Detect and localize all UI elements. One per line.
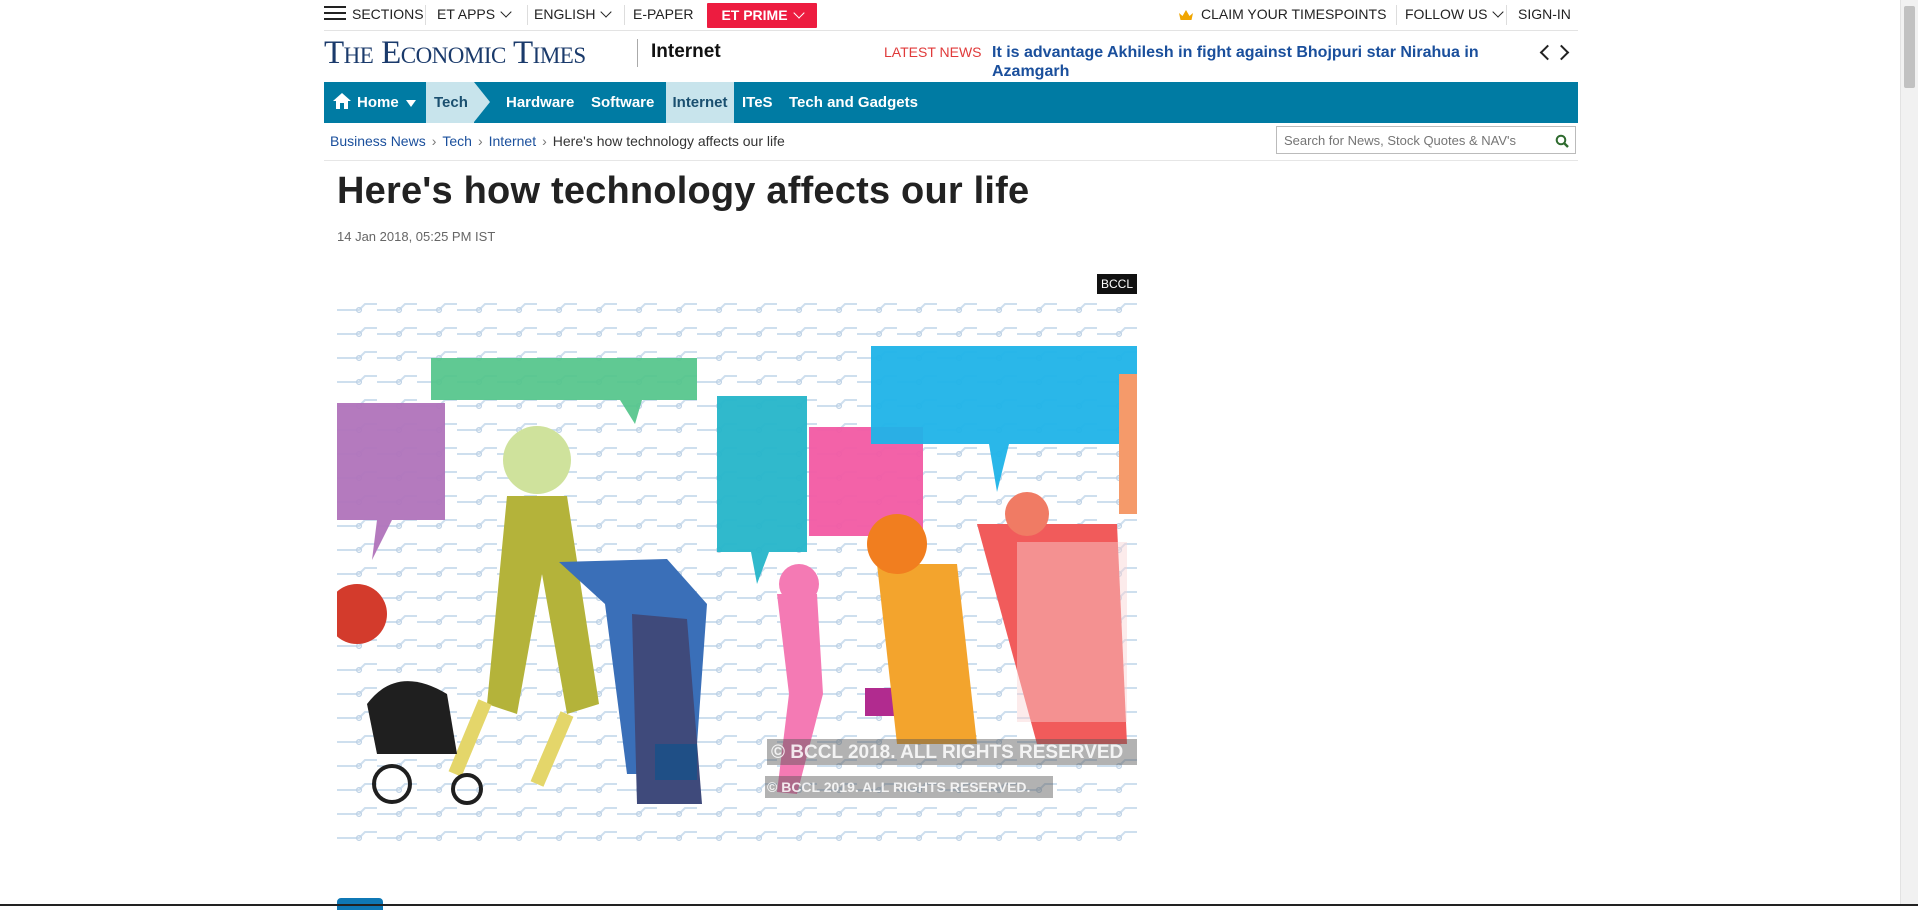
et-prime-button[interactable]: ET PRIME	[707, 3, 817, 28]
nav-item-ites[interactable]: ITeS	[742, 82, 773, 123]
latest-news-label: LATEST NEWS	[884, 44, 982, 60]
scrollbar-thumb[interactable]	[1904, 6, 1915, 88]
nav-item-hardware[interactable]: Hardware	[506, 82, 574, 123]
home-icon	[333, 93, 351, 110]
sections-label: SECTIONS	[352, 6, 424, 22]
et-apps-menu[interactable]: ET APPS	[437, 0, 512, 30]
nav-item-internet[interactable]: Internet	[666, 82, 734, 123]
divider	[527, 5, 528, 25]
divider	[637, 39, 638, 67]
breadcrumb-link[interactable]: Tech	[442, 133, 472, 149]
chevron-down-icon	[500, 6, 512, 18]
et-apps-label: ET APPS	[437, 6, 496, 22]
chevron-down-icon	[1492, 6, 1505, 18]
section-title[interactable]: Internet	[651, 41, 721, 63]
signin-link[interactable]: SIGN-IN	[1518, 0, 1571, 30]
divider	[1506, 5, 1507, 25]
search-icon[interactable]	[1555, 134, 1569, 148]
image-credit-badge: BCCL	[1096, 274, 1137, 294]
divider	[624, 5, 625, 25]
divider	[324, 160, 1578, 161]
hamburger-icon	[324, 6, 346, 21]
epaper-link[interactable]: E-PAPER	[633, 0, 693, 30]
search-input[interactable]	[1277, 127, 1551, 153]
divider	[1396, 5, 1397, 25]
chevron-down-icon	[792, 7, 805, 19]
search-box	[1276, 126, 1576, 154]
top-utility-bar: SECTIONS ET APPS ENGLISH E-PAPER ET PRIM…	[324, 0, 1578, 31]
next-arrow-icon[interactable]	[1553, 44, 1570, 61]
timespoints-label: CLAIM YOUR TIMESPOINTS	[1201, 6, 1387, 22]
crown-icon	[1179, 10, 1193, 20]
article-date: 14 Jan 2018, 05:25 PM IST	[337, 229, 496, 244]
language-label: ENGLISH	[534, 6, 596, 22]
breadcrumb: Business News › Tech › Internet › Here's how t…	[330, 133, 785, 149]
breadcrumb-current: Here's how technology affects our life	[552, 133, 785, 149]
follow-us-menu[interactable]: FOLLOW US	[1405, 0, 1505, 30]
language-menu[interactable]: ENGLISH	[534, 0, 613, 30]
nav-item-software[interactable]: Software	[591, 82, 654, 123]
article-headline: Here's how technology affects our life	[337, 170, 1030, 212]
page-scrollbar[interactable]	[1900, 0, 1918, 906]
image-watermark: © BCCL 2019. ALL RIGHTS RESERVED.	[767, 779, 1031, 795]
image-watermark: © BCCL 2018. ALL RIGHTS RESERVED	[771, 742, 1124, 763]
nav-item-tech[interactable]: Tech	[426, 82, 474, 123]
nav-item-tech-gadgets[interactable]: Tech and Gadgets	[789, 82, 918, 123]
caret-down-icon	[405, 99, 416, 107]
breadcrumb-link[interactable]: Internet	[489, 133, 536, 149]
divider	[425, 5, 426, 25]
article-hero-image[interactable]: © BCCL 2018. ALL RIGHTS RESERVED © BCCL …	[337, 274, 1137, 876]
breadcrumb-link[interactable]: Business News	[330, 133, 426, 149]
sections-menu[interactable]: SECTIONS	[324, 0, 424, 30]
site-logo[interactable]: The Economic Times	[324, 35, 586, 72]
et-prime-label: ET PRIME	[721, 7, 788, 23]
timespoints-link[interactable]: CLAIM YOUR TIMESPOINTS	[1179, 0, 1386, 30]
chevron-down-icon	[600, 6, 613, 18]
main-nav: Home Tech Hardware Software Internet ITe…	[324, 82, 1578, 123]
latest-news-headline[interactable]: It is advantage Akhilesh in fight agains…	[992, 43, 1522, 81]
nav-home-label: Home	[357, 94, 399, 111]
site-header: The Economic Times Internet LATEST NEWS …	[324, 31, 1578, 81]
follow-us-label: FOLLOW US	[1405, 6, 1488, 22]
nav-item-home[interactable]: Home	[324, 82, 424, 123]
tech-arrow-shape	[474, 82, 490, 122]
